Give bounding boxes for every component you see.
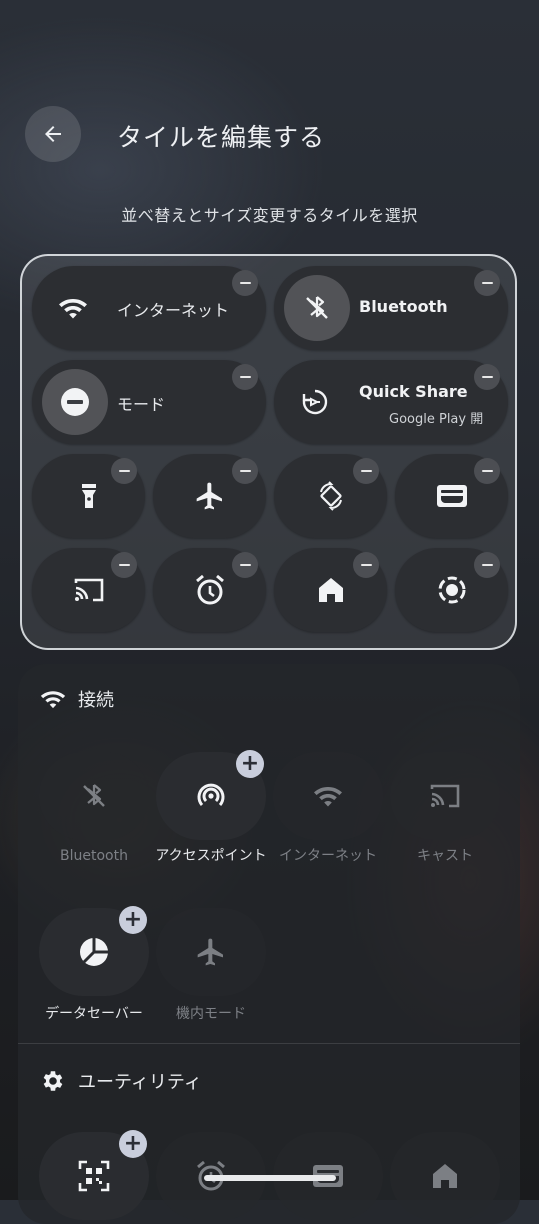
- tile-auto-rotate[interactable]: [274, 454, 387, 538]
- available-tile-qr-scanner[interactable]: +: [39, 1130, 149, 1220]
- available-tile-internet[interactable]: [273, 752, 383, 840]
- tile-cast[interactable]: [32, 548, 145, 632]
- add-tile-button[interactable]: +: [119, 1130, 147, 1158]
- remove-tile-button[interactable]: [353, 552, 379, 578]
- gear-icon: [43, 1071, 63, 1091]
- remove-tile-button[interactable]: [232, 270, 258, 296]
- quick-share-icon: [284, 372, 346, 432]
- tile-alarm[interactable]: [153, 548, 266, 632]
- data-saver-icon: [80, 938, 108, 966]
- bluetooth-off-icon: [83, 784, 105, 807]
- gesture-navigation-handle[interactable]: [204, 1175, 336, 1181]
- wifi-icon: [42, 278, 104, 338]
- available-tile-bluetooth[interactable]: [39, 752, 149, 840]
- wifi-icon: [314, 787, 342, 807]
- tile-internet[interactable]: インターネット: [32, 266, 266, 350]
- available-tile-data-saver[interactable]: +: [39, 906, 149, 996]
- page-subtitle: 並べ替えとサイズ変更するタイルを選択: [121, 206, 418, 225]
- tile-bluetooth-label: Bluetooth: [359, 297, 448, 316]
- wifi-icon: [40, 691, 66, 709]
- add-tile-button[interactable]: +: [236, 750, 264, 778]
- tile-mode-label: モード: [117, 395, 166, 414]
- active-tiles-panel: インターネット Bluetooth モード Quick Share Google…: [20, 254, 517, 650]
- remove-tile-button[interactable]: [232, 552, 258, 578]
- available-tile-cast[interactable]: [390, 752, 500, 840]
- connection-section-header: 接続: [40, 686, 114, 712]
- utility-section-header: ユーティリティ: [40, 1068, 202, 1094]
- available-tile-cast-label: キャスト: [417, 848, 473, 864]
- available-tiles-panel: 接続 Bluetooth + アクセスポイント インターネット キャスト + デ…: [18, 664, 520, 1224]
- remove-tile-button[interactable]: [353, 458, 379, 484]
- available-tile-airplane-label: 機内モード: [176, 1006, 246, 1022]
- tile-screen-record[interactable]: [395, 548, 508, 632]
- utility-section-label: ユーティリティ: [78, 1072, 202, 1093]
- hotspot-icon: [197, 783, 225, 806]
- tile-mode[interactable]: モード: [32, 360, 266, 444]
- qr-code-icon: [78, 1160, 110, 1192]
- tile-flashlight[interactable]: [32, 454, 145, 538]
- remove-tile-button[interactable]: [474, 552, 500, 578]
- remove-tile-button[interactable]: [474, 458, 500, 484]
- home-icon: [433, 1164, 457, 1188]
- available-tile-airplane[interactable]: [156, 908, 266, 996]
- connection-section-label: 接続: [78, 690, 114, 711]
- tile-wallet[interactable]: [395, 454, 508, 538]
- cast-icon: [430, 784, 460, 808]
- bluetooth-off-icon: [284, 275, 350, 341]
- available-tile-internet-label: インターネット: [279, 848, 377, 864]
- remove-tile-button[interactable]: [111, 458, 137, 484]
- back-button[interactable]: [25, 106, 81, 162]
- remove-tile-button[interactable]: [232, 458, 258, 484]
- section-divider: [18, 1043, 520, 1044]
- available-tile-hotspot-label: アクセスポイント: [155, 848, 267, 864]
- remove-tile-button[interactable]: [232, 364, 258, 390]
- available-tile-hotspot[interactable]: +: [156, 750, 266, 840]
- available-tile-bluetooth-label: Bluetooth: [60, 848, 128, 864]
- do-not-disturb-icon: [42, 369, 108, 435]
- tile-airplane[interactable]: [153, 454, 266, 538]
- arrow-left-icon: [45, 126, 61, 142]
- available-tile-home[interactable]: [390, 1132, 500, 1220]
- tile-bluetooth[interactable]: Bluetooth: [274, 266, 508, 350]
- tile-quick-share-label: Quick Share: [359, 382, 468, 401]
- tile-quick-share-sublabel: Google Play 開: [389, 412, 484, 427]
- remove-tile-button[interactable]: [474, 270, 500, 296]
- airplane-icon: [197, 938, 223, 966]
- tile-home[interactable]: [274, 548, 387, 632]
- remove-tile-button[interactable]: [111, 552, 137, 578]
- page-title: タイルを編集する: [117, 123, 326, 152]
- remove-tile-button[interactable]: [474, 364, 500, 390]
- available-tile-data-saver-label: データセーバー: [45, 1006, 143, 1022]
- tile-quick-share[interactable]: Quick Share Google Play 開: [274, 360, 508, 444]
- add-tile-button[interactable]: +: [119, 906, 147, 934]
- tile-internet-label: インターネット: [117, 301, 230, 320]
